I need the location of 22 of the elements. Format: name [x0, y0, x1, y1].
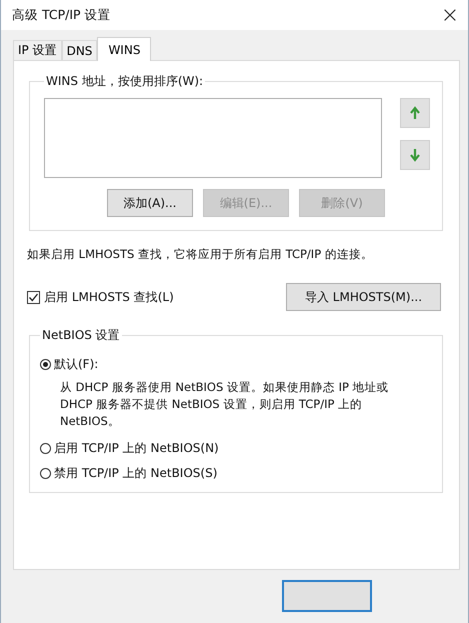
dialog-button[interactable]: 添加(A)...: [107, 189, 193, 217]
checkmark-icon: [28, 292, 39, 302]
radio-button[interactable]: 默认(F):: [40, 356, 430, 373]
tab[interactable]: IP 设置: [13, 40, 62, 60]
checkbox[interactable]: 启用 LMHOSTS 查找(L): [27, 288, 174, 306]
move-up-button[interactable]: [400, 98, 430, 128]
tab[interactable]: DNS: [62, 40, 98, 60]
import-button[interactable]: 导入 LMHOSTS(M)...: [286, 283, 441, 311]
description-text: 从 DHCP 服务器使用 NetBIOS 设置。如果使用静态 IP 地址或 DHCP 服务器不提供 NetBIOS 设置，则启用 TCP/IP 上的 NetBIOS。: [60, 379, 390, 430]
arrow-down-icon: [409, 146, 421, 164]
radio-button[interactable]: 禁用 TCP/IP 上的 NetBIOS(S): [40, 465, 430, 482]
move-down-button[interactable]: [400, 140, 430, 170]
address-list[interactable]: [44, 98, 382, 178]
dialog-button[interactable]: [282, 580, 372, 612]
info-text: 如果启用 LMHOSTS 查找，它将应用于所有启用 TCP/IP 的连接。: [27, 247, 374, 262]
arrow-up-icon: [409, 104, 421, 122]
window-title: 高级 TCP/IP 设置: [12, 6, 111, 24]
tab[interactable]: WINS: [97, 37, 152, 61]
group-title: WINS 地址，按使用排序(W):: [45, 73, 204, 90]
radio-button[interactable]: 启用 TCP/IP 上的 NetBIOS(N): [40, 440, 430, 457]
close-button[interactable]: ×: [432, 0, 468, 30]
group-title: NetBIOS 设置: [41, 327, 121, 344]
